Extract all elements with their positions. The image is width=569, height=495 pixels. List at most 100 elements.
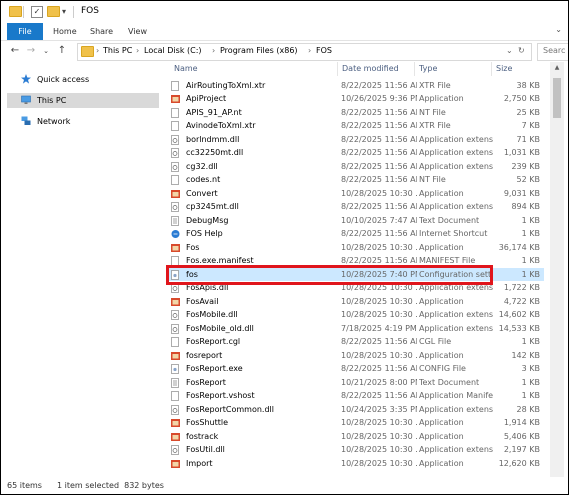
nav-item-this-pc[interactable]: This PC: [7, 93, 159, 108]
selection-info: 1 item selected 832 bytes: [57, 481, 164, 490]
file-row[interactable]: codes.nt 8/22/2025 11:56 AM NT File 52 KB: [166, 173, 544, 187]
file-row[interactable]: AirRoutingToXml.xtr 8/22/2025 11:56 AM XTR…: [166, 79, 544, 93]
divider: [73, 6, 74, 18]
back-button[interactable]: ←: [9, 44, 21, 58]
file-size: 239 KB: [511, 161, 540, 171]
scroll-up-icon[interactable]: ▲: [550, 62, 564, 74]
properties-icon[interactable]: ✓: [31, 6, 43, 18]
tab-view[interactable]: View: [128, 25, 147, 38]
recent-locations-button[interactable]: ⌄: [40, 44, 52, 58]
nav-item-network[interactable]: Network: [7, 114, 159, 129]
file-row[interactable]: cc32250mt.dll 8/22/2025 11:56 AM Applicati…: [166, 146, 544, 160]
file-size: 36,174 KB: [498, 242, 540, 252]
file-row[interactable]: Convert 10/28/2025 10:30 ... Application 9,…: [166, 187, 544, 201]
dll-icon: [171, 202, 179, 212]
column-divider[interactable]: [414, 62, 415, 76]
address-bar[interactable]: › This PC › Local Disk (C:) › Program Fi…: [77, 43, 532, 61]
file-row[interactable]: APIS_91_AP.nt 8/22/2025 11:56 AM NT File 25…: [166, 106, 544, 120]
column-header-date[interactable]: Date modified: [342, 62, 399, 76]
up-button[interactable]: ↑: [56, 44, 68, 58]
folder-icon: [9, 6, 22, 17]
column-header-size[interactable]: Size: [496, 62, 512, 76]
nav-item-quick-access[interactable]: Quick access: [7, 72, 159, 87]
column-header-name[interactable]: Name: [174, 62, 198, 76]
column-divider[interactable]: [491, 62, 492, 76]
file-date: 8/22/2025 11:56 AM: [341, 175, 417, 184]
file-row[interactable]: FosReport.exe 8/22/2025 11:56 AM CONFIG Fi…: [166, 362, 544, 376]
dll-icon: [171, 404, 179, 415]
file-row[interactable]: FosUtil.dll 10/28/2025 10:30 ... Applicati…: [166, 443, 544, 457]
file-type: Internet Shortcut: [419, 229, 488, 238]
dll-icon: [171, 148, 179, 158]
chevron-right-icon[interactable]: ›: [308, 46, 311, 55]
file-row[interactable]: fosreport 10/28/2025 10:30 ... Application…: [166, 349, 544, 363]
file-row[interactable]: cg32.dll 8/22/2025 11:56 AM Application ex…: [166, 160, 544, 174]
search-placeholder: Searc: [543, 46, 566, 55]
file-row[interactable]: DebugMsg 10/10/2025 7:47 AM Text Document 1…: [166, 214, 544, 228]
file-row[interactable]: Fos 10/28/2025 10:30 ... Application 36,174…: [166, 241, 544, 255]
file-row[interactable]: borlndmm.dll 8/22/2025 11:56 AM Applicatio…: [166, 133, 544, 147]
tab-share[interactable]: Share: [90, 25, 113, 38]
breadcrumb-program-files[interactable]: Program Files (x86): [220, 46, 298, 55]
file-size: 142 KB: [511, 350, 540, 360]
file-icon: [171, 391, 179, 401]
vertical-scrollbar[interactable]: ▲: [550, 62, 564, 477]
tab-file[interactable]: File: [7, 23, 43, 40]
chevron-right-icon[interactable]: ›: [212, 46, 215, 55]
annotation-highlight-box: [166, 265, 493, 285]
file-name: AvinodeToXml.xtr: [186, 121, 256, 130]
expand-ribbon-icon[interactable]: ⌄: [555, 25, 562, 34]
file-row[interactable]: FosAvail 10/28/2025 10:30 ... Application 4…: [166, 295, 544, 309]
file-date: 10/28/2025 10:30 ...: [341, 445, 417, 454]
new-folder-icon[interactable]: [47, 6, 60, 17]
nav-label: Quick access: [37, 75, 90, 84]
text-icon: [171, 377, 179, 388]
refresh-icon[interactable]: ↻: [518, 46, 525, 55]
file-date: 10/28/2025 10:30 ...: [341, 310, 417, 319]
dll-icon: [171, 445, 179, 455]
address-dropdown-icon[interactable]: ⌄: [506, 46, 513, 55]
file-row[interactable]: cp3245mt.dll 8/22/2025 11:56 AM Applicatio…: [166, 200, 544, 214]
file-name: FosAvail: [186, 296, 219, 306]
chevron-right-icon[interactable]: ›: [136, 46, 139, 55]
file-row[interactable]: FosShuttle 10/28/2025 10:30 ... Applicatio…: [166, 416, 544, 430]
file-row[interactable]: FosReport.vshost 8/22/2025 11:56 AM Applic…: [166, 389, 544, 403]
file-row[interactable]: FosReport 10/21/2025 8:00 PM Text Document…: [166, 376, 544, 390]
file-row[interactable]: FosMobile_old.dll 7/18/2025 4:19 PM Applic…: [166, 322, 544, 336]
file-size: 7 KB: [521, 121, 540, 130]
file-date: 10/10/2025 7:47 AM: [341, 215, 417, 225]
dll-icon: [171, 310, 179, 320]
forward-button[interactable]: →: [25, 44, 37, 58]
file-name: FosReport.vshost: [186, 391, 255, 400]
file-date: 8/22/2025 11:56 AM: [341, 121, 417, 130]
file-date: 8/22/2025 11:56 AM: [341, 229, 417, 238]
chevron-right-icon[interactable]: ›: [96, 46, 99, 55]
file-size: 25 KB: [516, 107, 540, 117]
scrollbar-thumb[interactable]: [553, 78, 561, 118]
file-size: 1 KB: [521, 269, 540, 279]
file-row[interactable]: FosReport.cgl 8/22/2025 11:56 AM CGL File 1…: [166, 335, 544, 349]
search-input[interactable]: Searc: [537, 43, 568, 61]
ribbon: File Home Share View ⌄: [1, 23, 568, 41]
file-name: codes.nt: [186, 175, 221, 184]
breadcrumb-this-pc[interactable]: This PC: [103, 46, 132, 55]
breadcrumb-fos[interactable]: FOS: [316, 46, 332, 55]
file-date: 10/28/2025 10:30 ...: [341, 431, 417, 441]
file-size: 14,602 KB: [498, 310, 540, 319]
file-type: Application extens...: [419, 445, 493, 454]
tab-home[interactable]: Home: [53, 25, 77, 38]
file-size: 1 KB: [521, 229, 540, 238]
file-row[interactable]: FOS Help 8/22/2025 11:56 AM Internet Short…: [166, 227, 544, 241]
file-row[interactable]: FosMobile.dll 10/28/2025 10:30 ... Applica…: [166, 308, 544, 322]
breadcrumb-local-disk[interactable]: Local Disk (C:): [144, 46, 202, 55]
column-divider[interactable]: [337, 62, 338, 76]
column-header-type[interactable]: Type: [419, 62, 437, 76]
customize-toolbar-icon[interactable]: ▾: [62, 6, 66, 18]
file-row[interactable]: fostrack 10/28/2025 10:30 ... Application 5…: [166, 430, 544, 444]
file-row[interactable]: FosReportCommon.dll 10/24/2025 3:35 PM App…: [166, 403, 544, 417]
navigation-pane: Quick access This PC Network: [1, 62, 161, 477]
file-type: Text Document: [419, 377, 480, 387]
file-row[interactable]: AvinodeToXml.xtr 8/22/2025 11:56 AM XTR Fi…: [166, 119, 544, 133]
file-row[interactable]: Import 10/28/2025 10:30 ... Application 12,…: [166, 457, 544, 471]
file-row[interactable]: ApiProject 10/26/2025 9:36 PM Application 2…: [166, 92, 544, 106]
